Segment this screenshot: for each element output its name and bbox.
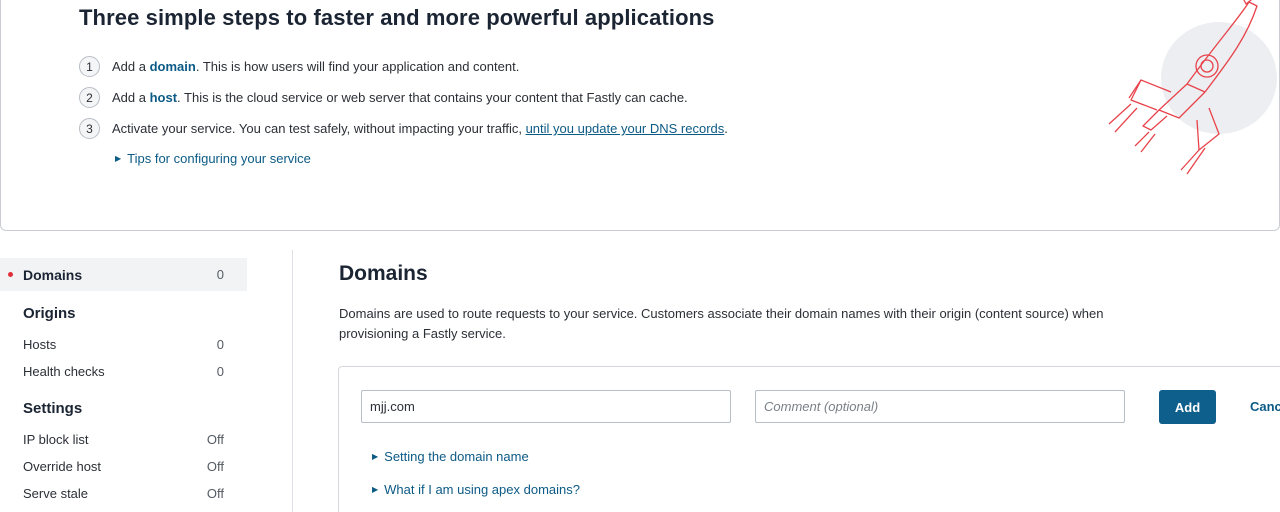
- sidebar-item-status: Off: [206, 459, 224, 474]
- step-number: 2: [79, 87, 100, 108]
- sidebar-item-count: 0: [216, 267, 224, 282]
- sidebar-heading-origins: Origins: [23, 305, 76, 322]
- help-link-apex-domains[interactable]: ▶ What if I am using apex domains?: [372, 482, 580, 497]
- help-link-label: Setting the domain name: [384, 449, 529, 464]
- step-text-pre: Add a: [112, 90, 150, 105]
- step-text-post: . This is how users will find your appli…: [195, 59, 520, 74]
- sidebar-item-status: Off: [206, 432, 224, 447]
- step-3: 3 Activate your service. You can test sa…: [79, 118, 728, 139]
- domain-name-input[interactable]: [361, 390, 731, 423]
- step-text-post: . This is the cloud service or web serve…: [177, 90, 688, 105]
- dns-records-link[interactable]: until you update your DNS records: [526, 121, 725, 136]
- add-button[interactable]: Add: [1159, 390, 1216, 424]
- getting-started-title: Three simple steps to faster and more po…: [79, 5, 715, 30]
- sidebar-item-status: Off: [206, 486, 224, 501]
- sidebar-item-ip-block-list[interactable]: IP block list Off: [0, 426, 247, 453]
- caret-right-icon: ▶: [372, 485, 379, 494]
- sidebar-item-label: Hosts: [23, 337, 57, 352]
- sidebar-item-label: IP block list: [23, 432, 89, 447]
- caret-right-icon: ▶: [372, 452, 379, 461]
- sidebar-item-count: 0: [216, 364, 224, 379]
- getting-started-panel: Three simple steps to faster and more po…: [0, 0, 1280, 231]
- comment-input[interactable]: [755, 390, 1125, 423]
- sidebar-item-label: Domains: [23, 266, 83, 283]
- step-keyword: host: [149, 90, 178, 105]
- sidebar-item-hosts[interactable]: Hosts 0: [0, 331, 247, 358]
- sidebar-item-override-host[interactable]: Override host Off: [0, 453, 247, 480]
- tips-label: Tips for configuring your service: [127, 151, 311, 166]
- page-description: Domains are used to route requests to yo…: [339, 306, 1104, 341]
- step-text-pre: Add a: [112, 59, 150, 74]
- tips-toggle[interactable]: ▶ Tips for configuring your service: [115, 151, 311, 166]
- sidebar-item-label: Serve stale: [23, 486, 89, 501]
- page-title: Domains: [339, 262, 428, 285]
- help-link-setting-domain-name[interactable]: ▶ Setting the domain name: [372, 449, 529, 464]
- sidebar-item-count: 0: [216, 337, 224, 352]
- sidebar-item-domains[interactable]: Domains 0: [0, 258, 247, 291]
- active-indicator-dot: [8, 272, 13, 277]
- rocket-illustration: [1108, 0, 1277, 175]
- sidebar-heading-settings: Settings: [23, 400, 83, 417]
- cancel-button[interactable]: Cancel: [1250, 399, 1280, 414]
- step-text-pre: Activate your service. You can test safe…: [112, 121, 526, 136]
- help-link-label: What if I am using apex domains?: [384, 482, 580, 497]
- caret-right-icon: ▶: [115, 154, 122, 163]
- step-number: 3: [79, 118, 100, 139]
- step-keyword: domain: [149, 59, 196, 74]
- step-2: 2 Add a host . This is the cloud service…: [79, 87, 688, 108]
- sidebar-item-serve-stale[interactable]: Serve stale Off: [0, 480, 247, 507]
- step-number: 1: [79, 56, 100, 77]
- sidebar-item-label: Health checks: [23, 364, 105, 379]
- sidebar-divider: [292, 250, 293, 512]
- step-text-post: .: [724, 121, 728, 136]
- sidebar-item-label: Override host: [23, 459, 102, 474]
- step-1: 1 Add a domain . This is how users will …: [79, 56, 519, 77]
- sidebar-item-health-checks[interactable]: Health checks 0: [0, 358, 247, 385]
